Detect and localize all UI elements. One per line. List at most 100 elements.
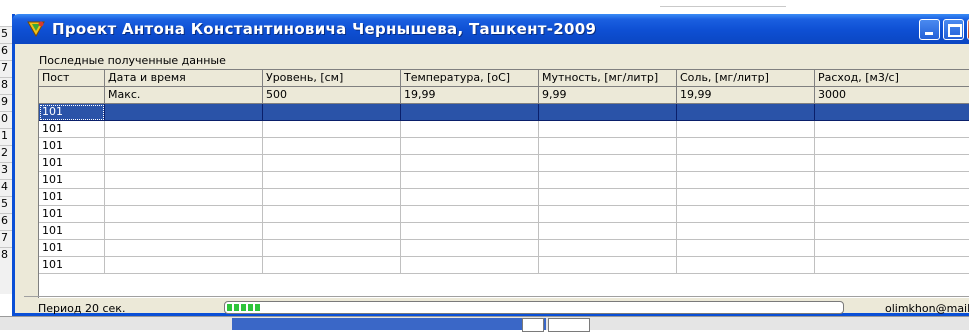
table-cell[interactable] [263,189,401,206]
table-cell[interactable] [539,121,677,138]
table-cell[interactable] [263,257,401,274]
table-cell[interactable]: 101 [39,121,105,138]
table-cell[interactable]: 101 [39,172,105,189]
table-row[interactable]: 101 [39,189,969,206]
table-row[interactable]: 101 [39,121,969,138]
column-header[interactable]: Пост [39,70,105,87]
maximize-button[interactable] [943,19,964,40]
table-cell[interactable]: 101 [39,206,105,223]
table-cell[interactable] [105,189,263,206]
table-cell[interactable] [105,155,263,172]
table-cell[interactable] [539,104,677,121]
table-cell[interactable] [263,104,401,121]
table-cell[interactable] [677,240,815,257]
table-cell[interactable] [263,240,401,257]
table-cell[interactable]: 101 [39,223,105,240]
table-cell[interactable] [401,257,539,274]
table-cell[interactable]: 101 [39,189,105,206]
table-cell[interactable] [401,172,539,189]
max-values-row[interactable]: Макс. 500 19,99 9,99 19,99 3000 [39,87,969,104]
table-cell[interactable]: Макс. [105,87,263,104]
minimize-button[interactable] [919,19,940,40]
table-cell[interactable] [539,172,677,189]
table-cell[interactable] [539,206,677,223]
table-cell[interactable] [539,189,677,206]
table-cell[interactable] [815,104,969,121]
table-cell[interactable] [815,138,969,155]
table-cell[interactable] [263,172,401,189]
table-cell[interactable] [677,104,815,121]
table-cell[interactable] [105,138,263,155]
table-cell[interactable]: 3000 [815,87,969,104]
table-cell[interactable] [677,206,815,223]
table-cell[interactable] [677,155,815,172]
table-cell[interactable]: 101 [39,240,105,257]
taskbar-button[interactable] [232,318,546,330]
table-row[interactable]: 101 [39,138,969,155]
table-cell[interactable] [677,189,815,206]
table-cell[interactable] [105,257,263,274]
column-header[interactable]: Мутность, [мг/литр] [539,70,677,87]
table-cell[interactable] [401,223,539,240]
data-grid[interactable]: Пост Дата и время Уровень, [см] Температура… [38,69,969,298]
table-cell[interactable] [105,121,263,138]
table-cell[interactable] [815,155,969,172]
table-cell[interactable] [677,172,815,189]
table-row[interactable]: 101 [39,240,969,257]
table-cell[interactable] [815,223,969,240]
table-cell[interactable] [105,172,263,189]
table-cell[interactable] [539,257,677,274]
column-header[interactable]: Дата и время [105,70,263,87]
taskbar-button[interactable] [522,318,544,332]
table-cell[interactable]: 101 [39,104,105,121]
table-cell[interactable] [401,104,539,121]
table-cell[interactable] [105,206,263,223]
table-cell[interactable] [263,155,401,172]
column-header[interactable]: Расход, [м3/с] [815,70,969,87]
title-bar[interactable]: Проект Антона Константиновича Чернышева,… [12,14,969,44]
table-cell[interactable] [263,206,401,223]
column-header[interactable]: Соль, [мг/литр] [677,70,815,87]
table-cell[interactable] [815,206,969,223]
table-cell[interactable] [815,121,969,138]
table-row[interactable]: 101 [39,155,969,172]
table-cell[interactable] [539,240,677,257]
table-cell[interactable] [105,223,263,240]
table-cell[interactable] [677,138,815,155]
table-cell[interactable] [401,206,539,223]
table-row[interactable]: 101 [39,104,969,121]
table-cell[interactable]: 19,99 [401,87,539,104]
table-cell[interactable] [539,138,677,155]
header-row[interactable]: Пост Дата и время Уровень, [см] Температура… [39,70,969,87]
table-cell[interactable] [815,257,969,274]
table-cell[interactable] [263,223,401,240]
table-row[interactable]: 101 [39,223,969,240]
table-cell[interactable] [263,121,401,138]
table-cell[interactable] [401,189,539,206]
column-header[interactable]: Уровень, [см] [263,70,401,87]
column-header[interactable]: Температура, [oC] [401,70,539,87]
table-cell[interactable]: 500 [263,87,401,104]
table-cell[interactable] [105,240,263,257]
table-cell[interactable] [677,257,815,274]
table-cell[interactable] [677,223,815,240]
table-cell[interactable] [401,138,539,155]
table-cell[interactable] [815,240,969,257]
table-cell[interactable]: 101 [39,155,105,172]
table-cell[interactable] [539,223,677,240]
table-cell[interactable] [105,104,263,121]
table-row[interactable]: 101 [39,257,969,274]
table-cell[interactable]: 19,99 [677,87,815,104]
table-row[interactable]: 101 [39,206,969,223]
table-cell[interactable] [401,240,539,257]
table-cell[interactable]: 9,99 [539,87,677,104]
table-cell[interactable] [263,138,401,155]
table-cell[interactable] [815,189,969,206]
table-cell[interactable] [401,155,539,172]
table-cell[interactable] [39,87,105,104]
table-row[interactable]: 101 [39,172,969,189]
table-cell[interactable] [677,121,815,138]
table-cell[interactable] [539,155,677,172]
table-cell[interactable] [815,172,969,189]
taskbar-button[interactable] [548,318,590,332]
